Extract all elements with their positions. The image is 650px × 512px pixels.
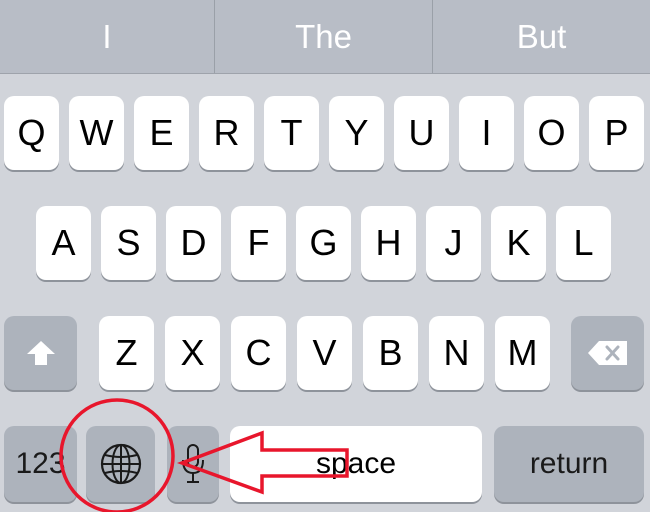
key-d[interactable]: D bbox=[166, 206, 221, 280]
key-x[interactable]: X bbox=[165, 316, 220, 390]
key-k[interactable]: K bbox=[491, 206, 546, 280]
key-w[interactable]: W bbox=[69, 96, 124, 170]
key-j[interactable]: J bbox=[426, 206, 481, 280]
suggestion-2[interactable]: The bbox=[215, 0, 432, 73]
key-s[interactable]: S bbox=[101, 206, 156, 280]
key-c[interactable]: C bbox=[231, 316, 286, 390]
suggestion-1[interactable]: I bbox=[0, 0, 214, 73]
globe-icon bbox=[100, 443, 141, 485]
key-q[interactable]: Q bbox=[4, 96, 59, 170]
key-i[interactable]: I bbox=[459, 96, 514, 170]
delete-key[interactable] bbox=[571, 316, 644, 390]
suggestion-bar: I The But bbox=[0, 0, 650, 74]
key-m[interactable]: M bbox=[495, 316, 550, 390]
key-o[interactable]: O bbox=[524, 96, 579, 170]
shift-arrow-icon bbox=[26, 341, 55, 365]
suggestion-3[interactable]: But bbox=[433, 0, 650, 73]
key-t[interactable]: T bbox=[264, 96, 319, 170]
key-f[interactable]: F bbox=[231, 206, 286, 280]
return-key[interactable]: return bbox=[494, 426, 644, 502]
key-h[interactable]: H bbox=[361, 206, 416, 280]
key-p[interactable]: P bbox=[589, 96, 644, 170]
key-r[interactable]: R bbox=[199, 96, 254, 170]
numbers-key[interactable]: 123 bbox=[4, 426, 77, 502]
key-n[interactable]: N bbox=[429, 316, 484, 390]
key-a[interactable]: A bbox=[36, 206, 91, 280]
key-b[interactable]: B bbox=[363, 316, 418, 390]
space-key[interactable]: space bbox=[230, 426, 482, 502]
keyboard: I The But Q W E R T Y U I O P A S D F G … bbox=[0, 0, 650, 512]
key-y[interactable]: Y bbox=[329, 96, 384, 170]
microphone-key[interactable] bbox=[167, 426, 219, 502]
key-g[interactable]: G bbox=[296, 206, 351, 280]
key-z[interactable]: Z bbox=[99, 316, 154, 390]
key-l[interactable]: L bbox=[556, 206, 611, 280]
key-u[interactable]: U bbox=[394, 96, 449, 170]
shift-key[interactable] bbox=[4, 316, 77, 390]
globe-key[interactable] bbox=[86, 426, 155, 502]
key-e[interactable]: E bbox=[134, 96, 189, 170]
backspace-icon bbox=[587, 341, 627, 365]
microphone-icon bbox=[182, 444, 204, 483]
key-v[interactable]: V bbox=[297, 316, 352, 390]
